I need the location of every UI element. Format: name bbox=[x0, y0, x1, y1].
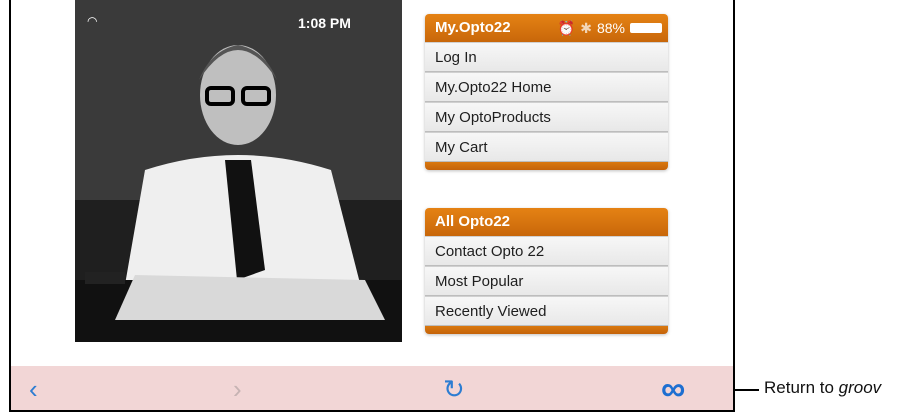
menu-item-home[interactable]: My.Opto22 Home bbox=[425, 72, 668, 102]
browser-toolbar: ‹ › ↻ ∞ bbox=[11, 366, 733, 410]
all-opto22-menu: All Opto22 Contact Opto 22 Most Popular … bbox=[425, 208, 668, 334]
menu-title: My.Opto22 bbox=[435, 19, 511, 36]
battery-icon bbox=[630, 23, 662, 33]
callout-label: Return to groov bbox=[764, 378, 881, 398]
callout-prefix: Return to bbox=[764, 378, 839, 397]
menu-header: All Opto22 bbox=[425, 208, 668, 236]
back-icon[interactable]: ‹ bbox=[29, 366, 38, 410]
menu-title: All Opto22 bbox=[435, 213, 511, 230]
menu-item-popular[interactable]: Most Popular bbox=[425, 266, 668, 296]
alarm-icon: ⏰ bbox=[557, 20, 576, 36]
my-opto22-menu: My.Opto22 ⏰ ✱ 88% Log In My.Opto22 Home … bbox=[425, 14, 668, 170]
callout-emphasis: groov bbox=[838, 378, 882, 397]
menu-footer bbox=[425, 162, 668, 170]
menu-item-recent[interactable]: Recently Viewed bbox=[425, 296, 668, 326]
reload-icon[interactable]: ↻ bbox=[443, 366, 465, 410]
wifi-icon: ◠ bbox=[87, 14, 98, 28]
callout-line bbox=[735, 389, 759, 391]
status-right: ⏰ ✱ 88% bbox=[558, 14, 662, 42]
battery-percent: 88% bbox=[596, 20, 625, 36]
menu-item-log-in[interactable]: Log In bbox=[425, 42, 668, 72]
forward-icon[interactable]: › bbox=[233, 366, 242, 410]
founder-photo bbox=[75, 0, 402, 342]
menu-item-products[interactable]: My OptoProducts bbox=[425, 102, 668, 132]
device-screen: ◠ 1:08 PM My.Opto22 ⏰ ✱ 88% Log In My.Op… bbox=[9, 0, 735, 412]
menu-footer bbox=[425, 326, 668, 334]
bluetooth-icon: ✱ bbox=[580, 20, 592, 36]
menu-header: My.Opto22 ⏰ ✱ 88% bbox=[425, 14, 668, 42]
menu-item-contact[interactable]: Contact Opto 22 bbox=[425, 236, 668, 266]
groov-icon[interactable]: ∞ bbox=[661, 366, 685, 410]
menu-item-cart[interactable]: My Cart bbox=[425, 132, 668, 162]
status-time: 1:08 PM bbox=[298, 15, 351, 31]
